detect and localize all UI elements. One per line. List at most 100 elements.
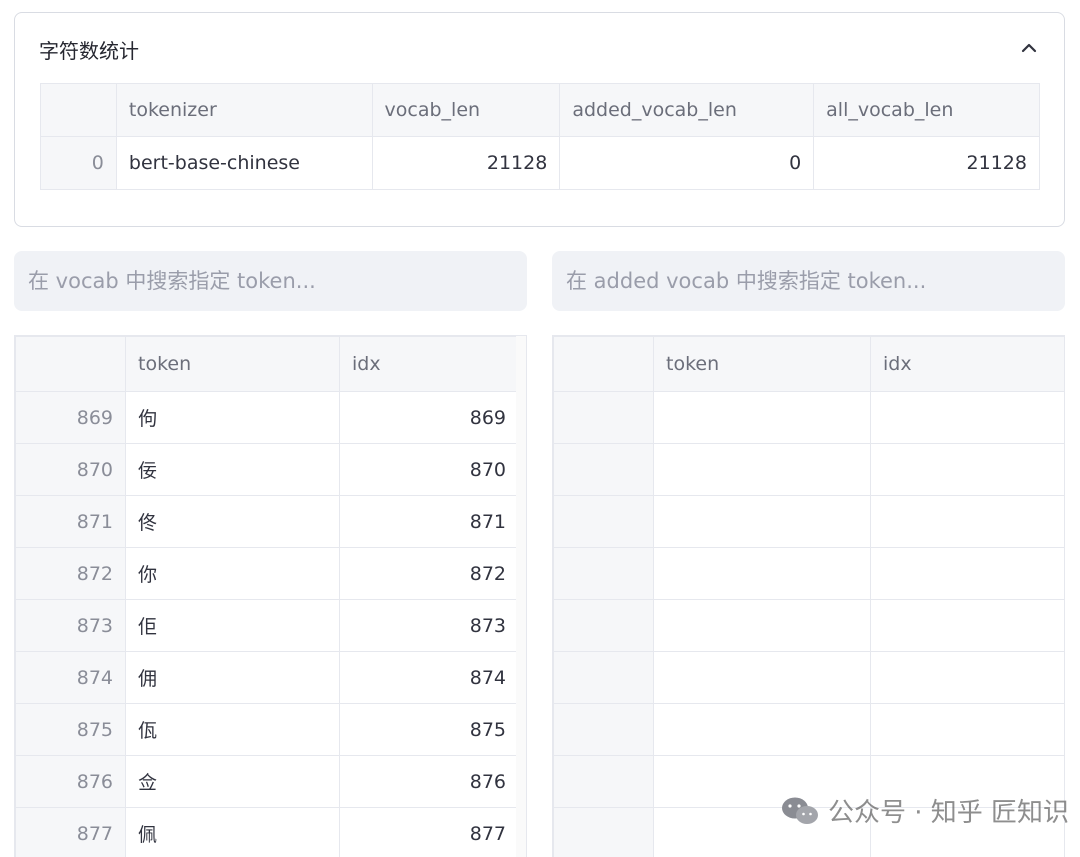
expander-title: 字符数统计	[39, 39, 139, 63]
stats-col-tokenizer[interactable]: tokenizer	[115, 83, 373, 137]
added-vocab-row-index	[553, 651, 654, 704]
vocab-idx-cell[interactable]: 874	[339, 651, 519, 704]
watermark-text: 公众号 · 知乎 匠知识	[828, 798, 1070, 828]
vocab-search-input[interactable]	[14, 251, 527, 311]
vocab-row-index: 871	[15, 495, 126, 548]
added-vocab-search-input[interactable]	[552, 251, 1065, 311]
vocab-token-cell[interactable]: 佣	[125, 651, 340, 704]
added-vocab-row	[553, 703, 1064, 756]
vocab-idx-cell[interactable]: 872	[339, 547, 519, 600]
added-vocab-token-cell	[653, 547, 871, 600]
added-vocab-idx-cell	[870, 599, 1064, 652]
added-vocab-token-cell	[653, 599, 871, 652]
vocab-idx-cell[interactable]: 877	[339, 807, 519, 857]
vocab-row-index: 870	[15, 443, 126, 496]
added-vocab-token-cell	[653, 495, 871, 548]
vocab-idx-cell[interactable]: 875	[339, 703, 519, 756]
added-vocab-idx-cell	[870, 703, 1064, 756]
vocab-idx-cell[interactable]: 871	[339, 495, 519, 548]
added-vocab-col-token[interactable]: token	[653, 336, 871, 392]
added-vocab-grid[interactable]: token idx	[552, 335, 1065, 857]
vocab-row[interactable]: 876 佥 876	[15, 755, 519, 808]
added-vocab-token-cell	[653, 391, 871, 444]
vocab-grid[interactable]: token idx 869 佝 869 870 佞 870 871 佟 871 872 你 872 87…	[14, 335, 527, 857]
added-vocab-idx-cell	[870, 651, 1064, 704]
vocab-scrollbar[interactable]	[516, 336, 526, 857]
stats-col-index	[40, 83, 117, 137]
vocab-token-cell[interactable]: 佩	[125, 807, 340, 857]
added-vocab-row	[553, 599, 1064, 652]
added-vocab-token-cell	[653, 703, 871, 756]
vocab-row[interactable]: 874 佣 874	[15, 651, 519, 704]
added-vocab-header-row: token idx	[553, 336, 1064, 392]
stats-row-index: 0	[40, 136, 117, 190]
vocab-token-cell[interactable]: 你	[125, 547, 340, 600]
added-vocab-idx-cell	[870, 495, 1064, 548]
expander-header[interactable]: 字符数统计	[15, 13, 1064, 83]
added-vocab-table: token idx	[553, 336, 1064, 857]
added-vocab-row	[553, 651, 1064, 704]
stats-col-all-vocab-len[interactable]: all_vocab_len	[813, 83, 1040, 137]
stats-tokenizer-cell[interactable]: bert-base-chinese	[115, 136, 373, 190]
stats-added-vocab-len-cell[interactable]: 0	[559, 136, 815, 190]
vocab-row[interactable]: 877 佩 877	[15, 807, 519, 857]
stats-all-vocab-len-cell[interactable]: 21128	[813, 136, 1040, 190]
vocab-idx-cell[interactable]: 876	[339, 755, 519, 808]
stats-col-added-vocab-len[interactable]: added_vocab_len	[559, 83, 815, 137]
vocab-token-cell[interactable]: 佞	[125, 443, 340, 496]
vocab-col-token[interactable]: token	[125, 336, 340, 392]
vocab-token-cell[interactable]: 佥	[125, 755, 340, 808]
vocab-token-cell[interactable]: 佤	[125, 703, 340, 756]
added-vocab-idx-cell	[870, 391, 1064, 444]
vocab-row-index: 876	[15, 755, 126, 808]
vocab-table: token idx 869 佝 869 870 佞 870 871 佟 871 872 你 872 87…	[15, 336, 519, 857]
vocab-row[interactable]: 871 佟 871	[15, 495, 519, 548]
vocab-row-index: 869	[15, 391, 126, 444]
stats-table: tokenizer vocab_len added_vocab_len all_…	[40, 83, 1040, 190]
vocab-token-cell[interactable]: 佢	[125, 599, 340, 652]
vocab-row[interactable]: 869 佝 869	[15, 391, 519, 444]
vocab-row[interactable]: 875 佤 875	[15, 703, 519, 756]
vocab-idx-cell[interactable]: 873	[339, 599, 519, 652]
added-vocab-col-idx[interactable]: idx	[870, 336, 1064, 392]
added-vocab-row-index	[553, 599, 654, 652]
vocab-token-cell[interactable]: 佟	[125, 495, 340, 548]
added-vocab-col-index	[553, 336, 654, 392]
added-vocab-row-index	[553, 443, 654, 496]
vocab-token-cell[interactable]: 佝	[125, 391, 340, 444]
added-vocab-row-index	[553, 703, 654, 756]
added-vocab-row	[553, 547, 1064, 600]
added-vocab-row-index	[553, 807, 654, 857]
added-vocab-row	[553, 443, 1064, 496]
added-vocab-row	[553, 391, 1064, 444]
added-vocab-row-index	[553, 547, 654, 600]
vocab-row[interactable]: 872 你 872	[15, 547, 519, 600]
vocab-row-index: 872	[15, 547, 126, 600]
added-vocab-token-cell	[653, 443, 871, 496]
added-vocab-token-cell	[653, 651, 871, 704]
added-vocab-idx-cell	[870, 443, 1064, 496]
added-vocab-row-index	[553, 495, 654, 548]
stats-row: 0 bert-base-chinese 21128 0 21128	[40, 136, 1040, 190]
added-vocab-row-index	[553, 755, 654, 808]
wechat-icon	[782, 797, 818, 824]
chevron-up-icon[interactable]	[1020, 39, 1038, 57]
vocab-col-index	[15, 336, 126, 392]
vocab-row-index: 874	[15, 651, 126, 704]
vocab-row-index: 873	[15, 599, 126, 652]
vocab-idx-cell[interactable]: 870	[339, 443, 519, 496]
added-vocab-row-index	[553, 391, 654, 444]
vocab-idx-cell[interactable]: 869	[339, 391, 519, 444]
stats-col-vocab-len[interactable]: vocab_len	[371, 83, 561, 137]
vocab-row[interactable]: 870 佞 870	[15, 443, 519, 496]
vocab-row-index: 875	[15, 703, 126, 756]
watermark: 公众号 · 知乎 匠知识	[780, 792, 1069, 829]
added-vocab-row	[553, 495, 1064, 548]
vocab-col-idx[interactable]: idx	[339, 336, 519, 392]
stats-vocab-len-cell[interactable]: 21128	[371, 136, 561, 190]
vocab-row-index: 877	[15, 807, 126, 857]
stats-expander: 字符数统计 tokenizer vocab_len added_vocab_le…	[14, 12, 1065, 227]
vocab-header-row: token idx	[15, 336, 519, 392]
vocab-row[interactable]: 873 佢 873	[15, 599, 519, 652]
stats-header-row: tokenizer vocab_len added_vocab_len all_…	[40, 83, 1040, 137]
